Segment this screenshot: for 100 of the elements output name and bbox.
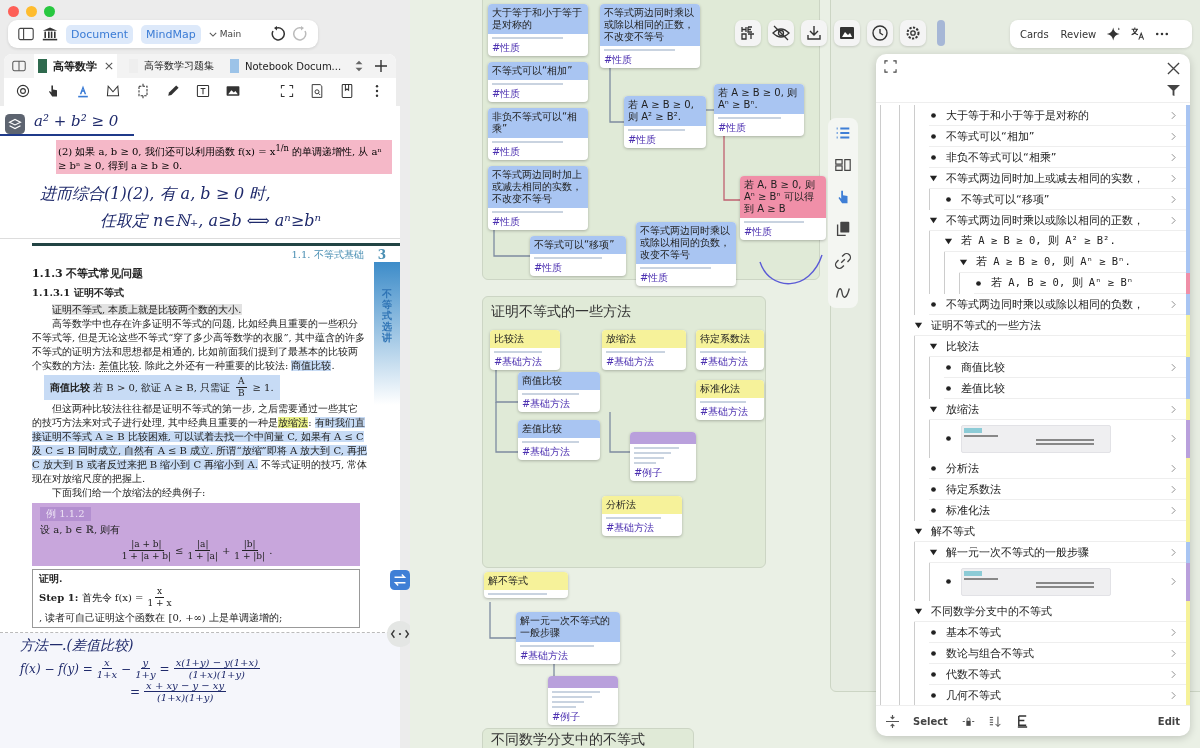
outline-item[interactable]: 不同数学分支中的不等式 (914, 601, 1186, 622)
mindmap-card[interactable]: 不等式两边同时乘以或除以相同的正数，不改变不等号 #性质 (600, 4, 700, 68)
outline-item[interactable]: 若 A ≥ B ≥ 0, 则 Aⁿ ≥ Bⁿ. (959, 252, 1186, 273)
branch-selector[interactable]: Main (208, 29, 242, 39)
outline-item[interactable]: 标准化法 (929, 500, 1186, 521)
expand-triangle-icon[interactable] (944, 236, 953, 246)
outline-item[interactable]: 不等式两边同时加上或减去相同的实数， (929, 168, 1186, 189)
outline-item[interactable]: 数论与组合不等式 (929, 643, 1186, 664)
copy-icon[interactable] (834, 220, 852, 238)
mindmap-card[interactable]: 不等式两边同时乘以或除以相同的负数，改变不等号 #性质 (636, 222, 736, 286)
tag-label[interactable]: #性质 (492, 216, 584, 227)
outline-item[interactable]: 不等式两边同时乘以或除以相同的正数， (929, 210, 1186, 231)
mode-tab[interactable]: Document (66, 24, 133, 44)
outline-item[interactable]: 待定系数法 (929, 479, 1186, 500)
mindmap-card[interactable]: 商值比较 #基础方法 (518, 372, 600, 412)
hide-icon[interactable] (768, 20, 794, 46)
tag-label[interactable]: #基础方法 (606, 522, 678, 533)
tag-label[interactable]: #性质 (492, 146, 584, 157)
tag-label[interactable]: #性质 (534, 262, 622, 273)
mindmap-card[interactable]: #例子 (548, 676, 618, 725)
image-icon[interactable] (834, 20, 860, 46)
tag-label[interactable]: #性质 (628, 134, 702, 145)
mindmap-card[interactable]: 大于等于和小于等于是对称的 #性质 (488, 4, 588, 56)
scroll-thumb[interactable] (937, 20, 945, 46)
close-icon[interactable] (1167, 62, 1180, 75)
tag-label[interactable]: #性质 (640, 272, 732, 283)
tag-label[interactable]: #基础方法 (700, 406, 760, 417)
outline-item[interactable]: 若 A ≥ B ≥ 0, 则 A² ≥ B². (944, 231, 1186, 252)
mindmap-card[interactable]: 放缩法 #基础方法 (602, 330, 686, 370)
mindmap-card[interactable]: 比较法 #基础方法 (490, 330, 560, 370)
mindmap-card[interactable]: 不等式可以“相加” #性质 (488, 62, 588, 102)
tag-label[interactable]: #基础方法 (606, 356, 682, 367)
file-tab[interactable]: Notebook Docum... (226, 54, 344, 78)
mindmap-card[interactable]: 差值比较 #基础方法 (518, 420, 600, 460)
select-button[interactable]: Select (913, 715, 948, 727)
mindmap-card[interactable]: 分析法 #基础方法 (602, 496, 682, 536)
outline-item[interactable]: 比较法 (929, 336, 1186, 357)
close-window-button[interactable] (8, 6, 19, 17)
tag-label[interactable]: #例子 (552, 711, 614, 722)
outline-item[interactable]: 证明不等式的一些方法 (914, 315, 1186, 336)
expand-triangle-icon[interactable] (959, 257, 968, 267)
outline-item[interactable]: 不等式两边同时乘以或除以相同的负数， (929, 294, 1186, 315)
download-icon[interactable] (801, 20, 827, 46)
split-view-icon[interactable] (12, 60, 26, 72)
expand-triangle-icon[interactable] (914, 526, 923, 536)
mindmap-card[interactable]: 若 A ≥ B ≥ 0, 则 A² ≥ B². #性质 (624, 96, 706, 148)
settings-icon[interactable] (900, 20, 926, 46)
outline-item[interactable]: 若 A, B ≥ 0, 则 Aⁿ ≥ Bⁿ (974, 273, 1186, 294)
tag-label[interactable]: #基础方法 (494, 356, 556, 367)
text-layout-icon[interactable] (735, 20, 761, 46)
close-tab-icon[interactable] (105, 62, 113, 70)
layers-button[interactable] (5, 114, 25, 134)
view-tab[interactable]: Cards (1018, 28, 1051, 40)
tag-label[interactable]: #性质 (604, 54, 696, 65)
layout-icon[interactable] (834, 156, 852, 174)
expand-icon[interactable] (884, 60, 897, 73)
tag-label[interactable]: #基础方法 (522, 398, 596, 409)
lock-icon[interactable] (961, 714, 975, 728)
expand-triangle-icon[interactable] (929, 404, 938, 414)
mindmap-card[interactable]: #例子 (630, 432, 696, 481)
tag-label[interactable]: #例子 (634, 467, 692, 478)
outline-item[interactable]: 大于等于和小于等于是对称的 (929, 105, 1186, 126)
expand-triangle-icon[interactable] (914, 606, 923, 616)
tag-label[interactable]: #基础方法 (522, 446, 596, 457)
outline-item[interactable]: 非负不等式可以“相乘” (929, 147, 1186, 168)
link-icon[interactable] (834, 252, 852, 270)
expand-triangle-icon[interactable] (929, 547, 938, 557)
mindmap-card[interactable]: 不等式两边同时加上或减去相同的实数，不改变不等号 #性质 (488, 166, 588, 230)
collapse-icon[interactable] (886, 714, 899, 728)
translate-icon[interactable] (1130, 26, 1147, 42)
mindmap-card[interactable]: 不等式可以“移项” #性质 (530, 236, 626, 276)
outline-item[interactable]: 不等式可以“相加” (929, 126, 1186, 147)
mindmap-card[interactable]: 解不等式 (484, 572, 568, 598)
filter-icon[interactable] (1167, 84, 1180, 97)
mindmap-card[interactable]: 标准化法 #基础方法 (696, 380, 764, 420)
expand-triangle-icon[interactable] (914, 320, 923, 330)
outline-item[interactable]: 商值比较 (944, 357, 1186, 378)
file-tab[interactable]: 高等数学习题集 (125, 54, 218, 78)
tag-label[interactable]: #性质 (744, 226, 822, 237)
history-icon[interactable] (867, 20, 893, 46)
outline-item[interactable]: 放缩法 (929, 399, 1186, 420)
tag-label[interactable]: #基础方法 (520, 650, 616, 661)
expand-triangle-icon[interactable] (929, 341, 938, 351)
swap-panes-button[interactable] (390, 570, 410, 590)
mindmap-card[interactable]: 若 A, B ≥ 0, 则 Aⁿ ≥ Bⁿ 可以得到 A ≥ B #性质 (740, 176, 826, 240)
mindmap-card[interactable]: 非负不等式可以“相乘” #性质 (488, 108, 588, 160)
outline-item[interactable]: 解不等式 (914, 521, 1186, 542)
tag-label[interactable]: #性质 (492, 42, 584, 53)
outline-item[interactable]: 代数不等式 (929, 664, 1186, 685)
mode-tab[interactable]: MindMap (141, 24, 201, 44)
tag-label[interactable]: #性质 (492, 88, 584, 99)
outline-item[interactable]: 解一元一次不等式的一般步骤 (929, 542, 1186, 563)
sort-icon[interactable] (988, 714, 1002, 728)
expand-triangle-icon[interactable] (929, 173, 938, 183)
outline-item[interactable]: 分析法 (929, 458, 1186, 479)
edit-button[interactable]: Edit (1157, 715, 1180, 727)
add-tab-icon[interactable] (374, 60, 388, 72)
outline-item[interactable]: 不等式可以“移项” (944, 189, 1186, 210)
outline-item[interactable]: 差值比较 (944, 378, 1186, 399)
view-tab[interactable]: Review (1058, 28, 1099, 40)
